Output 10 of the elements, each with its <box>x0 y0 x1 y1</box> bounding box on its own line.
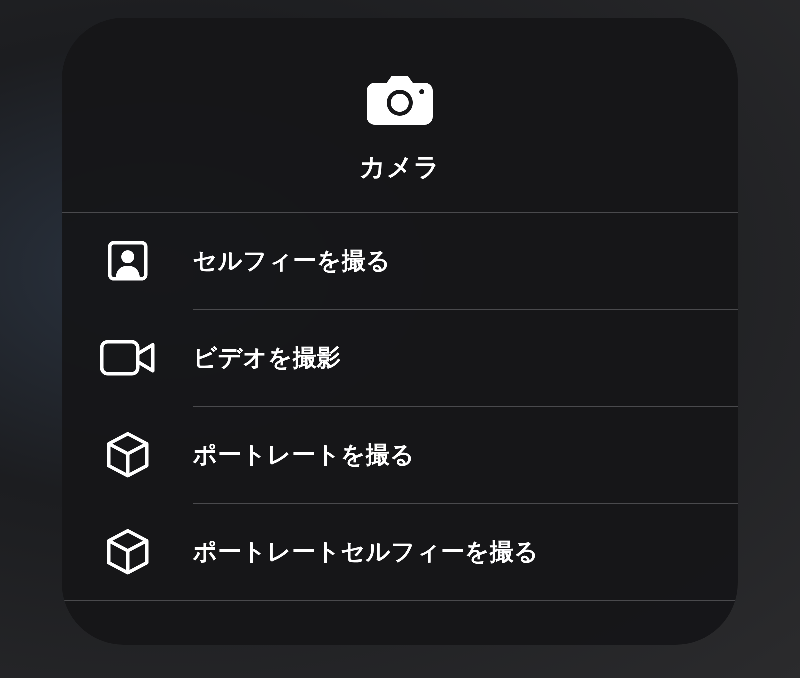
video-camera-icon <box>100 340 156 376</box>
menu-item[interactable]: ビデオを撮影 <box>62 310 738 406</box>
menu-item[interactable]: ポートレートを撮る <box>62 407 738 503</box>
cube-icon <box>104 528 150 576</box>
cube-icon <box>104 431 150 479</box>
menu-item[interactable]: セルフィーを撮る <box>62 213 738 309</box>
menu-item[interactable]: ポートレートセルフィーを撮る <box>62 504 738 600</box>
portrait-icon <box>106 241 148 281</box>
menu-title: カメラ <box>360 152 440 185</box>
camera-icon <box>367 75 433 125</box>
